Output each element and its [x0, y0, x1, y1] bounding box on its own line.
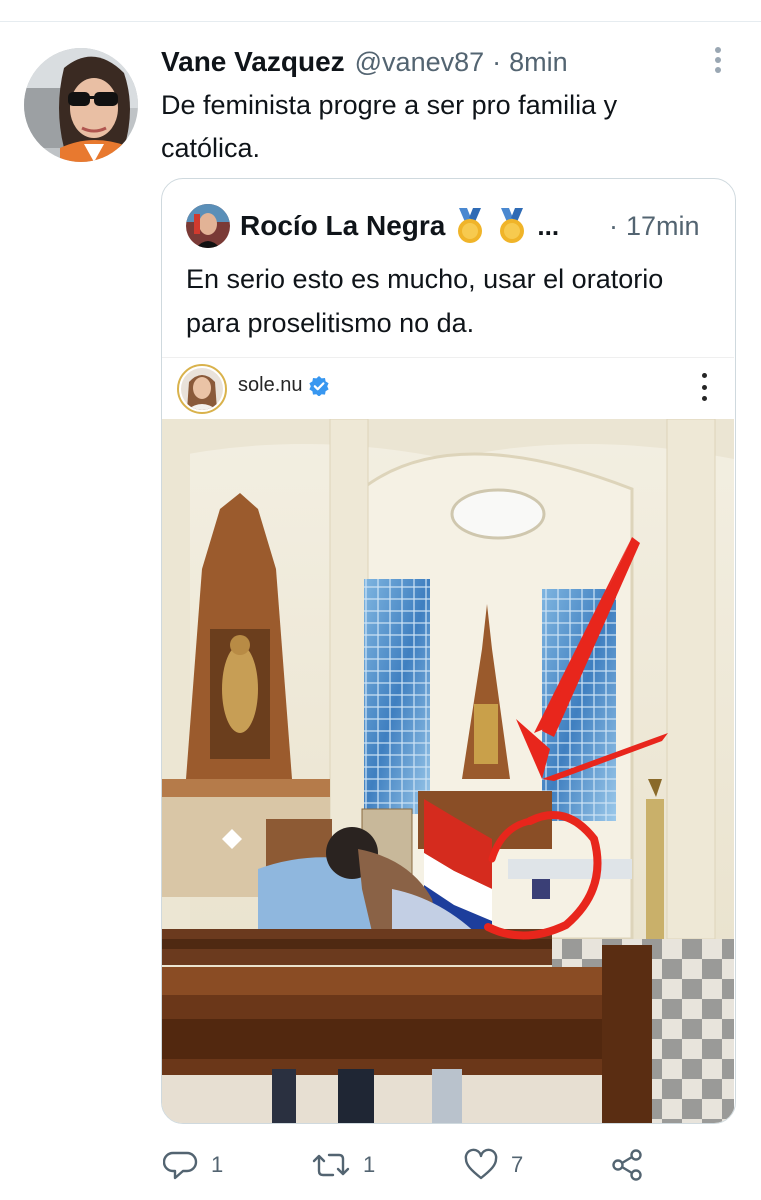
medal-icon [500, 208, 525, 243]
author-name[interactable]: Vane Vazquez [161, 46, 345, 78]
quoted-time-text: 17min [626, 210, 700, 241]
instagram-avatar[interactable] [177, 364, 227, 414]
tweet-text: De feminista progre a ser pro familia y … [161, 90, 618, 163]
name-truncation: ... [537, 210, 560, 241]
instagram-username-text: sole.nu [238, 374, 303, 396]
reply-icon [163, 1151, 198, 1180]
instagram-post-header: sole.nu [162, 357, 734, 419]
reply-count: 1 [211, 1152, 224, 1177]
retweet-count: 1 [363, 1152, 376, 1177]
medal-icon [458, 208, 483, 243]
instagram-username[interactable]: sole.nu [238, 374, 329, 397]
separator-dot: · [492, 46, 502, 77]
author-handle[interactable]: @vanev87 [355, 47, 485, 78]
quoted-tweet-text: En serio esto es mucho, usar el oratorio… [186, 264, 664, 338]
quoted-author-name[interactable]: Rocío La Negra [240, 210, 445, 242]
post-photo[interactable] [162, 419, 734, 1123]
tweet-actions: 1 1 7 [0, 1140, 761, 1190]
share-button[interactable] [609, 1146, 645, 1184]
quoted-author-avatar[interactable] [186, 204, 230, 248]
tweet-timestamp[interactable]: 8min [509, 47, 568, 78]
retweet-button[interactable]: 1 [311, 1146, 375, 1184]
like-count: 7 [511, 1152, 524, 1177]
instagram-more-icon[interactable] [700, 370, 708, 404]
like-button[interactable]: 7 [463, 1146, 523, 1184]
quoted-tweet-header: Rocío La Negra ... [240, 203, 559, 249]
quoted-tweet-timestamp[interactable]: · 17min [609, 203, 700, 249]
tweet-header: Vane Vazquez @vanev87 · 8min [161, 42, 568, 82]
retweet-icon [312, 1153, 350, 1177]
top-divider [0, 21, 761, 22]
share-icon [612, 1149, 642, 1181]
more-options-icon[interactable] [708, 44, 728, 76]
heart-icon [464, 1148, 498, 1180]
quoted-tweet-card[interactable]: Rocío La Negra ... · 17min En serio esto… [161, 178, 736, 1124]
author-avatar[interactable] [24, 48, 138, 162]
reply-button[interactable]: 1 [163, 1146, 223, 1184]
separator-dot: · [609, 210, 618, 241]
verified-badge-icon [308, 375, 329, 396]
